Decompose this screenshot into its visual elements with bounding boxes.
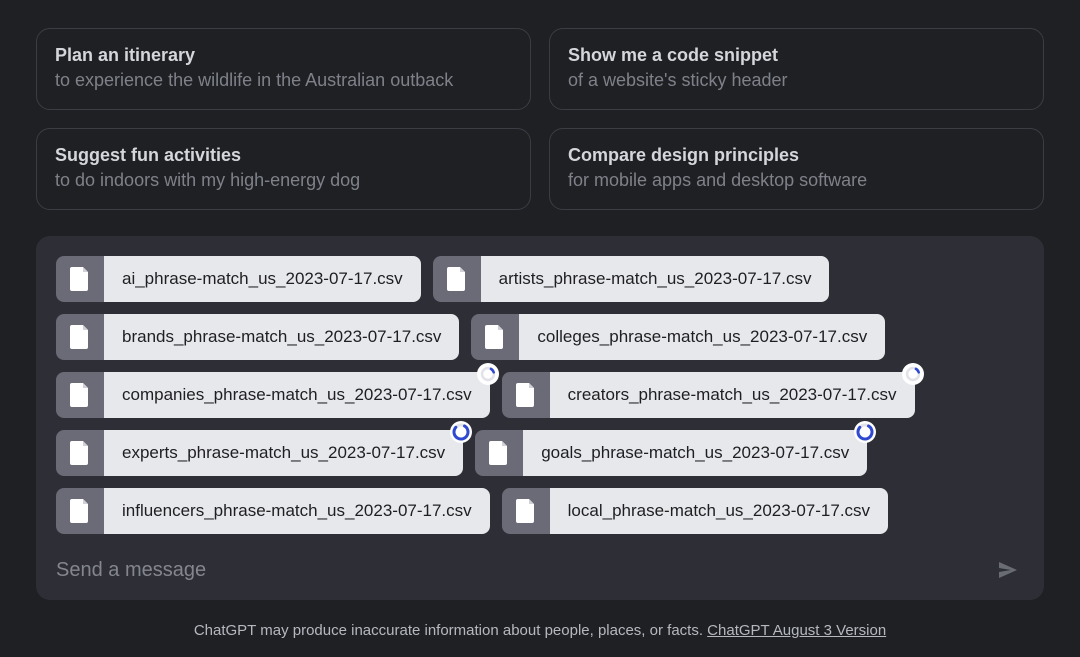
suggestion-subtitle: to do indoors with my high-energy dog xyxy=(55,170,512,191)
attachment-chip[interactable]: goals_phrase-match_us_2023-07-17.csv xyxy=(475,430,867,476)
attachment-filename: artists_phrase-match_us_2023-07-17.csv xyxy=(481,256,830,302)
attachment-filename: local_phrase-match_us_2023-07-17.csv xyxy=(550,488,888,534)
suggestion-title: Plan an itinerary xyxy=(55,45,512,66)
footer-version-link[interactable]: ChatGPT August 3 Version xyxy=(707,622,886,639)
suggestion-title: Compare design principles xyxy=(568,145,1025,166)
file-icon xyxy=(56,488,104,534)
file-icon xyxy=(56,256,104,302)
chat-input-panel: ai_phrase-match_us_2023-07-17.csv artist… xyxy=(36,236,1044,600)
suggestion-card[interactable]: Suggest fun activities to do indoors wit… xyxy=(36,128,531,210)
file-icon xyxy=(502,372,550,418)
file-icon xyxy=(56,430,104,476)
attachment-chip[interactable]: influencers_phrase-match_us_2023-07-17.c… xyxy=(56,488,490,534)
upload-spinner-icon xyxy=(902,363,924,385)
attachment-chip[interactable]: brands_phrase-match_us_2023-07-17.csv xyxy=(56,314,459,360)
suggestion-card[interactable]: Plan an itinerary to experience the wild… xyxy=(36,28,531,110)
attachment-chip[interactable]: colleges_phrase-match_us_2023-07-17.csv xyxy=(471,314,885,360)
send-icon xyxy=(996,558,1020,582)
attachment-chips-area: ai_phrase-match_us_2023-07-17.csv artist… xyxy=(56,256,1024,534)
suggestion-subtitle: for mobile apps and desktop software xyxy=(568,170,1025,191)
message-input[interactable] xyxy=(56,559,992,582)
attachment-chip[interactable]: experts_phrase-match_us_2023-07-17.csv xyxy=(56,430,463,476)
attachment-filename: goals_phrase-match_us_2023-07-17.csv xyxy=(523,430,867,476)
attachment-filename: ai_phrase-match_us_2023-07-17.csv xyxy=(104,256,421,302)
attachment-filename: brands_phrase-match_us_2023-07-17.csv xyxy=(104,314,459,360)
upload-spinner-icon xyxy=(854,421,876,443)
attachment-filename: colleges_phrase-match_us_2023-07-17.csv xyxy=(519,314,885,360)
file-icon xyxy=(475,430,523,476)
suggestion-grid: Plan an itinerary to experience the wild… xyxy=(36,28,1044,210)
attachment-chip[interactable]: local_phrase-match_us_2023-07-17.csv xyxy=(502,488,888,534)
attachment-chip[interactable]: creators_phrase-match_us_2023-07-17.csv xyxy=(502,372,915,418)
input-row xyxy=(56,548,1024,592)
suggestion-title: Show me a code snippet xyxy=(568,45,1025,66)
attachment-chip[interactable]: companies_phrase-match_us_2023-07-17.csv xyxy=(56,372,490,418)
file-icon xyxy=(433,256,481,302)
footer-disclaimer: ChatGPT may produce inaccurate informati… xyxy=(36,622,1044,639)
attachment-filename: influencers_phrase-match_us_2023-07-17.c… xyxy=(104,488,490,534)
upload-spinner-icon xyxy=(477,363,499,385)
file-icon xyxy=(471,314,519,360)
suggestion-card[interactable]: Compare design principles for mobile app… xyxy=(549,128,1044,210)
attachment-filename: creators_phrase-match_us_2023-07-17.csv xyxy=(550,372,915,418)
attachment-filename: experts_phrase-match_us_2023-07-17.csv xyxy=(104,430,463,476)
suggestion-subtitle: to experience the wildlife in the Austra… xyxy=(55,70,512,91)
file-icon xyxy=(502,488,550,534)
upload-spinner-icon xyxy=(450,421,472,443)
file-icon xyxy=(56,314,104,360)
footer-text: ChatGPT may produce inaccurate informati… xyxy=(194,622,707,639)
suggestion-card[interactable]: Show me a code snippet of a website's st… xyxy=(549,28,1044,110)
file-icon xyxy=(56,372,104,418)
suggestion-title: Suggest fun activities xyxy=(55,145,512,166)
attachment-chip[interactable]: ai_phrase-match_us_2023-07-17.csv xyxy=(56,256,421,302)
attachment-chip[interactable]: artists_phrase-match_us_2023-07-17.csv xyxy=(433,256,830,302)
suggestion-subtitle: of a website's sticky header xyxy=(568,70,1025,91)
send-button[interactable] xyxy=(992,554,1024,586)
attachment-filename: companies_phrase-match_us_2023-07-17.csv xyxy=(104,372,490,418)
